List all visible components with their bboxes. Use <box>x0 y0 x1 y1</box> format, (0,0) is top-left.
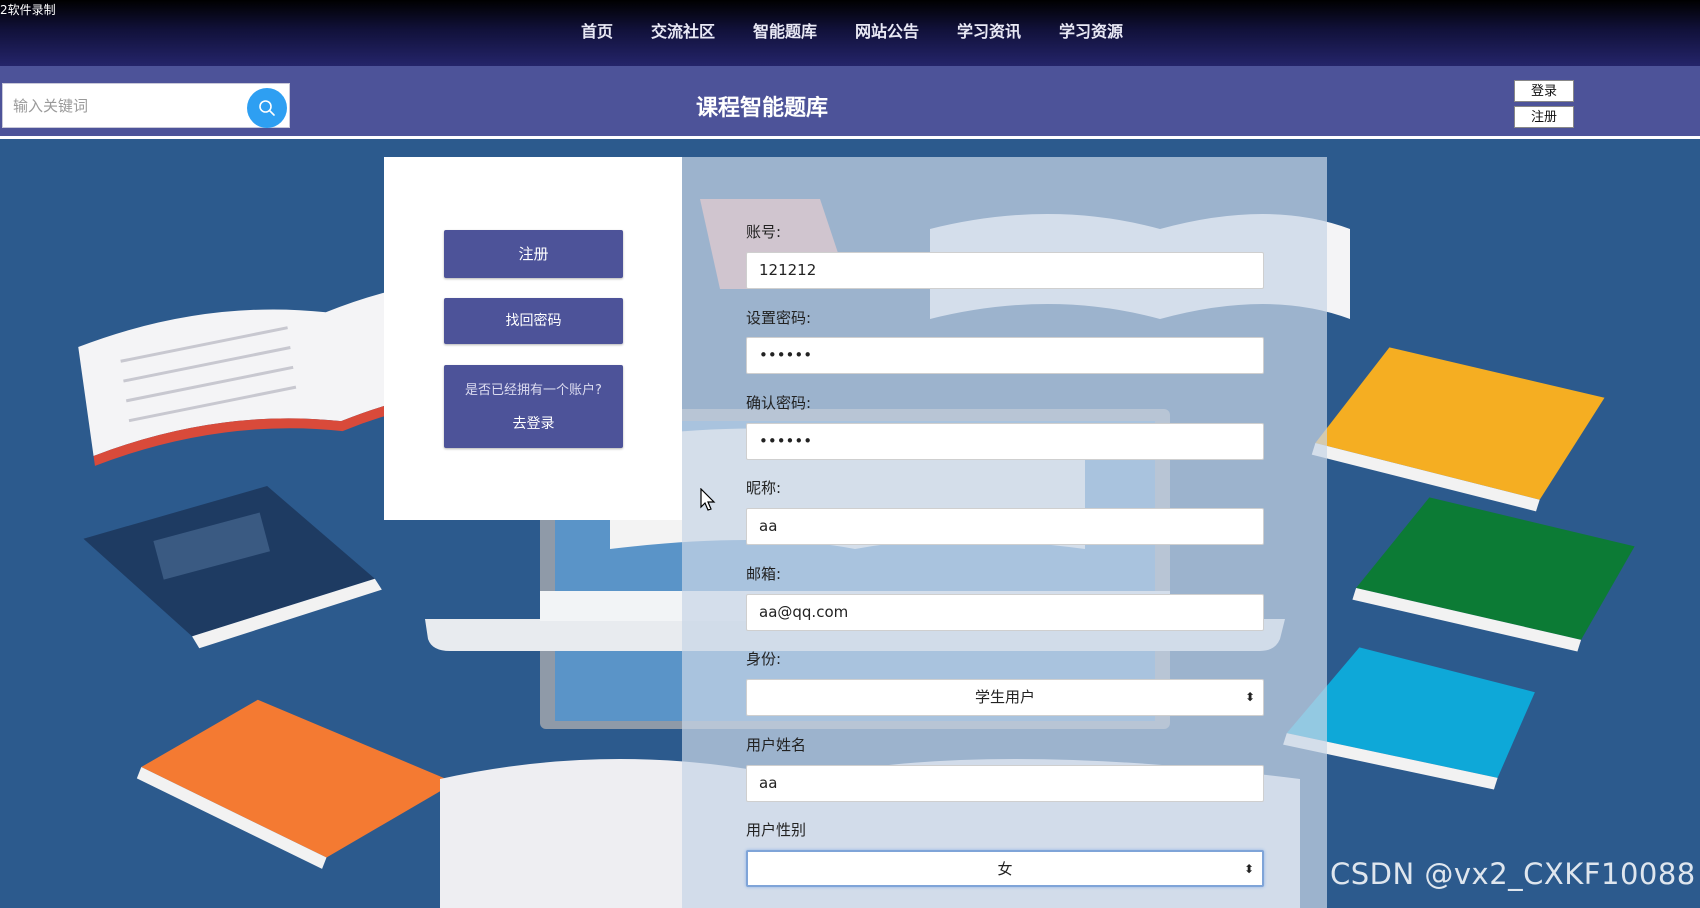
email-label: 邮箱: <box>746 565 782 583</box>
realname-input[interactable]: aa <box>746 765 1264 802</box>
nav-item-announcements[interactable]: 网站公告 <box>855 18 919 42</box>
nickname-input[interactable]: aa <box>746 508 1264 545</box>
account-input[interactable]: 121212 <box>746 252 1264 289</box>
auth-options-panel: 注册 找回密码 是否已经拥有一个账户? 去登录 <box>384 157 682 520</box>
gender-select-value: 女 <box>997 860 1013 878</box>
nav-item-home[interactable]: 首页 <box>581 18 613 42</box>
password-input[interactable]: •••••• <box>746 337 1264 374</box>
recover-password-button[interactable]: 找回密码 <box>444 298 623 344</box>
confirm-password-label: 确认密码: <box>746 394 812 412</box>
register-button[interactable]: 注册 <box>444 230 623 278</box>
nav-item-community[interactable]: 交流社区 <box>651 18 715 42</box>
register-form: 账号: 121212 设置密码: •••••• 确认密码: •••••• 昵称:… <box>682 157 1327 908</box>
role-label: 身份: <box>746 650 782 668</box>
gender-label: 用户性别 <box>746 821 807 839</box>
gender-select[interactable]: 女 ⬍ <box>746 850 1264 887</box>
role-select-value: 学生用户 <box>974 688 1035 706</box>
nav-item-news[interactable]: 学习资讯 <box>957 18 1021 42</box>
password-label: 设置密码: <box>746 309 812 327</box>
page-title: 课程智能题库 <box>695 96 828 121</box>
nickname-label: 昵称: <box>746 479 782 497</box>
recorder-label: 2软件录制 <box>0 3 56 17</box>
account-label: 账号: <box>746 223 782 241</box>
email-input[interactable]: aa@qq.com <box>746 594 1264 631</box>
header-register-button[interactable]: 注册 <box>1514 106 1574 128</box>
go-login-box[interactable]: 是否已经拥有一个账户? 去登录 <box>444 365 623 448</box>
confirm-password-input[interactable]: •••••• <box>746 423 1264 460</box>
mouse-cursor-icon <box>700 488 716 511</box>
watermark: CSDN @vx2_CXKF10088 <box>1330 857 1696 891</box>
role-select[interactable]: 学生用户 ⬍ <box>746 679 1264 716</box>
has-account-text: 是否已经拥有一个账户? <box>465 383 602 398</box>
select-arrows-icon: ⬍ <box>1244 690 1255 704</box>
nav-item-resources[interactable]: 学习资源 <box>1059 18 1123 42</box>
top-nav: 2软件录制 首页 交流社区 智能题库 网站公告 学习资讯 学习资源 <box>0 0 1700 66</box>
header-login-button[interactable]: 登录 <box>1514 80 1574 102</box>
nav-menu: 首页 交流社区 智能题库 网站公告 学习资讯 学习资源 <box>0 18 1700 42</box>
select-arrows-icon: ⬍ <box>1243 862 1254 876</box>
go-login-link[interactable]: 去登录 <box>444 413 623 433</box>
nav-item-question-bank[interactable]: 智能题库 <box>753 18 817 42</box>
realname-label: 用户姓名 <box>746 736 807 754</box>
